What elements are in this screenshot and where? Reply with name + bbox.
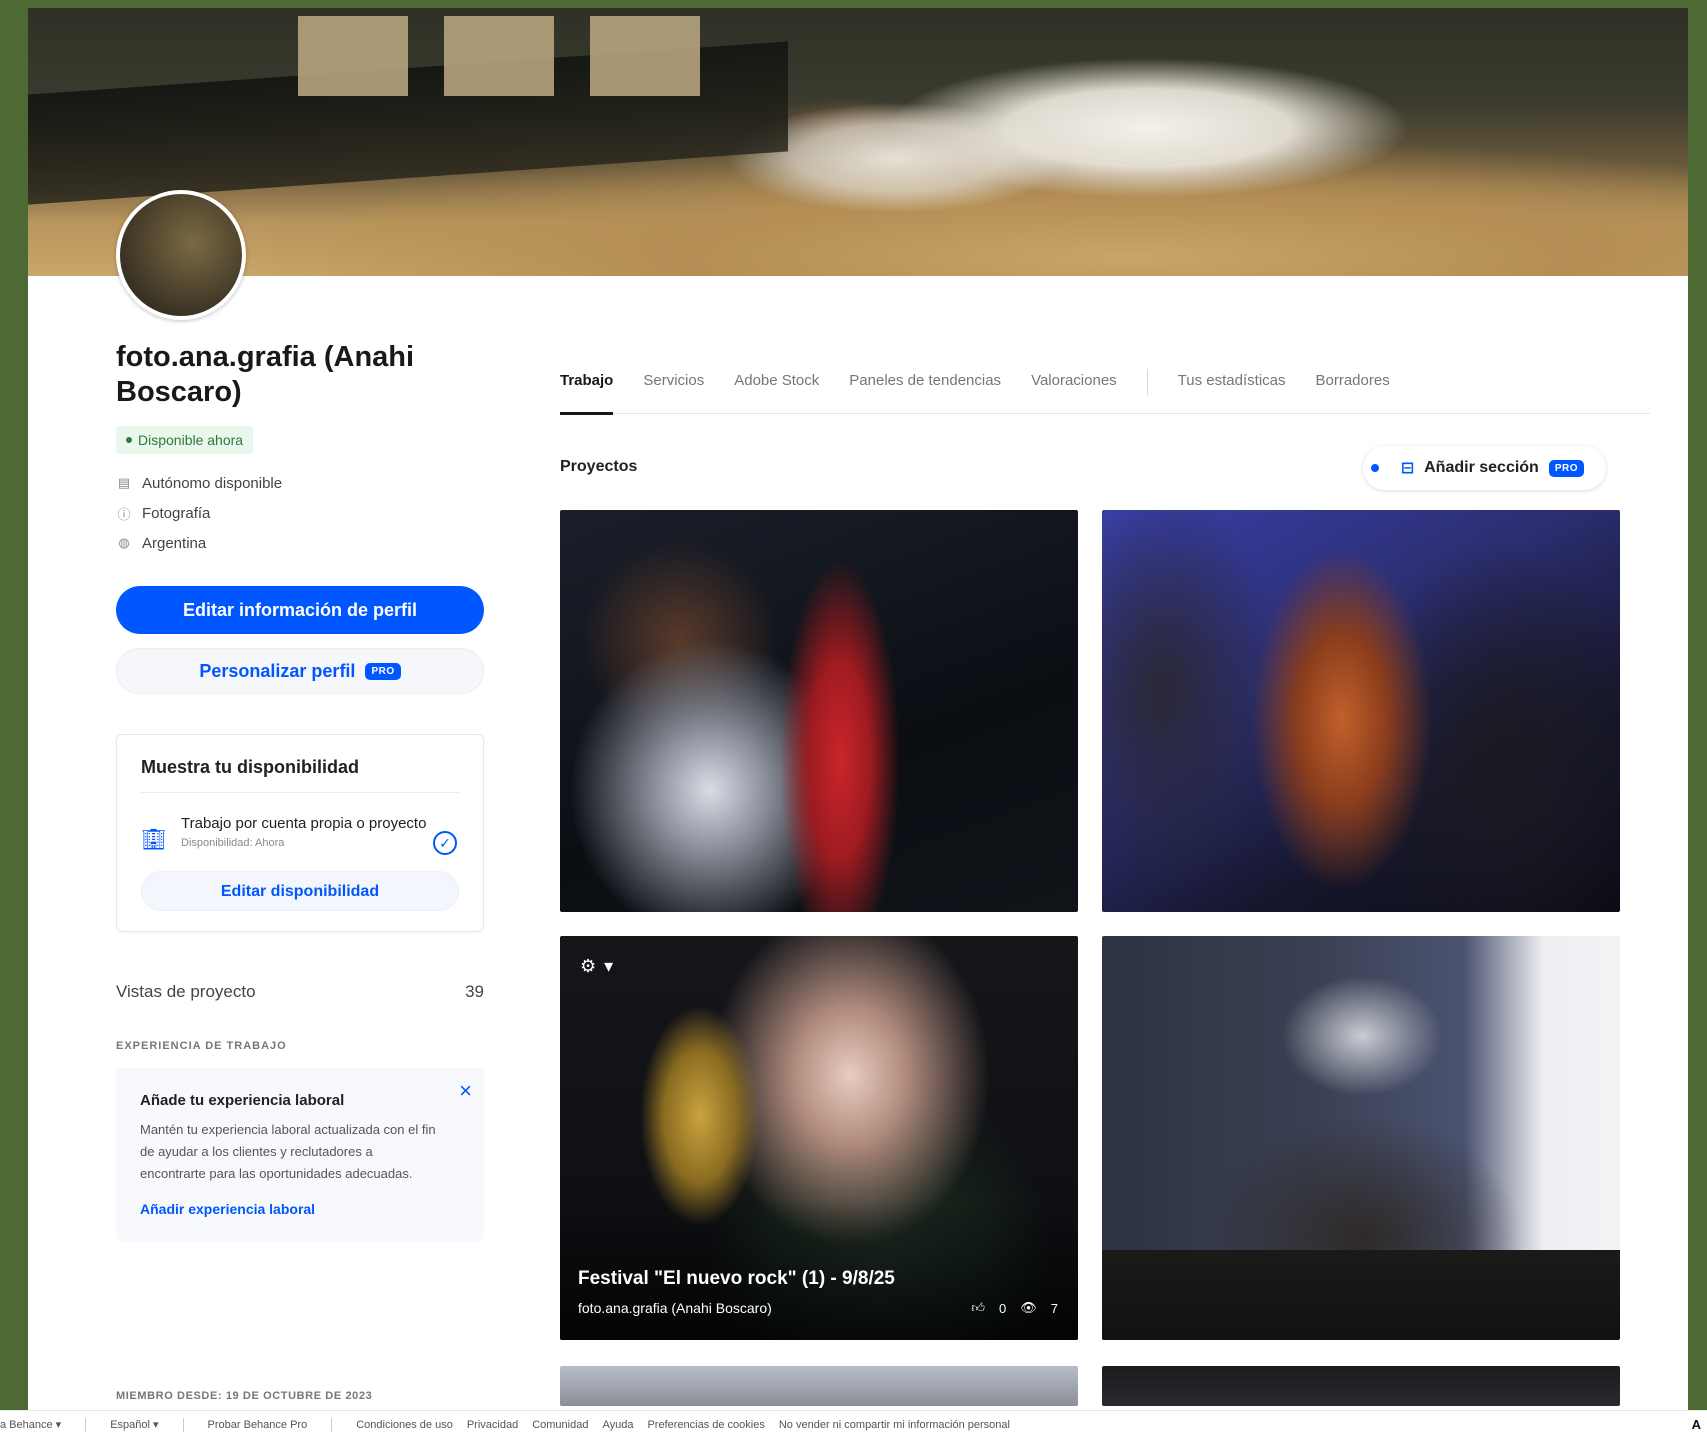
tab-drafts[interactable]: Borradores [1316, 364, 1390, 414]
meta-row-availability: ▤ Autónomo disponible [116, 468, 488, 498]
globe-icon: ◍ [118, 535, 130, 550]
close-icon[interactable]: × [459, 1078, 472, 1104]
availability-item-label: Trabajo por cuenta propia o proyecto [181, 815, 427, 832]
availability-item-sub: Disponibilidad: Ahora [181, 837, 285, 849]
profile-meta: ▤ Autónomo disponible ⓘ Fotografía ◍ Arg… [116, 468, 488, 558]
member-since: MIEMBRO DESDE: 19 DE OCTUBRE DE 2023 [116, 1390, 373, 1402]
meta-row-field: ⓘ Fotografía [116, 498, 488, 528]
meta-text: Argentina [142, 534, 207, 552]
tab-work[interactable]: Trabajo [560, 364, 614, 415]
thumbs-up-icon: 👍︎ [971, 1300, 986, 1315]
footer-divider [85, 1417, 87, 1432]
footer-terms-link[interactable]: Condiciones de uso [356, 1419, 453, 1431]
availability-text: Trabajo por cuenta propia o proyecto Dis… [181, 813, 459, 849]
profile-tabs: Trabajo Servicios Adobe Stock Paneles de… [560, 364, 1650, 415]
profile-sidebar: foto.ana.grafia (Anahi Boscaro) Disponib… [116, 340, 488, 1241]
project-card[interactable] [1102, 936, 1620, 1340]
work-experience-card-body: Mantén tu experiencia laboral actualizad… [140, 1122, 436, 1181]
notification-dot-icon [1370, 464, 1379, 472]
tab-adobe-stock[interactable]: Adobe Stock [734, 364, 819, 414]
check-circle-icon[interactable]: ✓ [433, 831, 457, 855]
footer-behance-menu[interactable]: a Behance ▾ [0, 1418, 61, 1431]
work-experience-card-title: Añade tu experiencia laboral [140, 1092, 345, 1109]
project-views-row: Vistas de proyecto 39 [116, 982, 484, 1002]
meta-row-location: ◍ Argentina [116, 528, 488, 558]
footer-language-selector[interactable]: Español ▾ [110, 1418, 158, 1431]
footer-bar: a Behance ▾ Español ▾ Probar Behance Pro… [0, 1410, 1707, 1438]
project-views-label: Vistas de proyecto [116, 982, 256, 1001]
status-badge: Disponible ahora [116, 426, 254, 454]
customize-profile-label: Personalizar perfil [199, 660, 356, 681]
briefcase-icon: ▤ [117, 475, 131, 490]
availability-title: Muestra tu disponibilidad [141, 757, 459, 793]
footer-divider [182, 1417, 184, 1432]
likes-count: 0 [999, 1300, 1007, 1316]
availability-card: Muestra tu disponibilidad 🏢︎ Trabajo por… [116, 734, 484, 932]
project-card[interactable] [1102, 510, 1620, 912]
adobe-logo[interactable]: A [1692, 1417, 1701, 1432]
add-section-button[interactable]: ⊟ Añadir sección PRO [1362, 446, 1606, 490]
add-section-label: Añadir sección [1424, 459, 1539, 476]
behance-profile-page: foto.ana.grafia (Anahi Boscaro) Disponib… [28, 0, 1688, 1410]
chevron-down-icon: ▾ [604, 956, 614, 976]
avatar[interactable] [116, 190, 246, 320]
tab-moodboards[interactable]: Paneles de tendencias [849, 364, 1001, 414]
footer-community-link[interactable]: Comunidad [532, 1419, 588, 1431]
tab-services[interactable]: Servicios [643, 364, 704, 414]
project-owner[interactable]: foto.ana.grafia (Anahi Boscaro) [578, 1300, 772, 1316]
footer-cookies-link[interactable]: Preferencias de cookies [647, 1419, 764, 1431]
availability-item[interactable]: 🏢︎ Trabajo por cuenta propia o proyecto … [141, 813, 459, 855]
info-icon: ⓘ [117, 506, 131, 522]
projects-heading: Proyectos [560, 458, 638, 475]
tab-appreciations[interactable]: Valoraciones [1031, 364, 1117, 414]
project-card[interactable] [560, 510, 1078, 912]
banner-letters [298, 16, 700, 96]
project-stats: 👍︎ 0 👁︎ 7 [971, 1300, 1058, 1316]
footer-do-not-sell-link[interactable]: No vender ni compartir mi información pe… [779, 1419, 1010, 1431]
project-card[interactable] [560, 1366, 1078, 1406]
footer-try-pro-link[interactable]: Probar Behance Pro [208, 1419, 308, 1431]
card-floor [1102, 1250, 1620, 1340]
profile-banner [28, 8, 1688, 276]
footer-privacy-link[interactable]: Privacidad [467, 1419, 518, 1431]
meta-text: Fotografía [142, 504, 211, 522]
top-strip [28, 0, 1688, 8]
edit-profile-button[interactable]: Editar información de perfil [116, 586, 484, 634]
add-work-experience-link[interactable]: Añadir experiencia laboral [140, 1201, 460, 1217]
tab-divider [1146, 368, 1148, 395]
pro-badge: PRO [1548, 459, 1584, 477]
profile-name: foto.ana.grafia (Anahi Boscaro) [116, 341, 415, 408]
project-card[interactable] [1102, 1366, 1620, 1406]
eye-icon: 👁︎ [1020, 1300, 1037, 1315]
work-experience-card: × Añade tu experiencia laboral Mantén tu… [116, 1068, 484, 1241]
project-settings[interactable]: ⚙ ▾ [580, 956, 613, 977]
tab-stats[interactable]: Tus estadísticas [1178, 364, 1286, 414]
gear-icon: ⚙ [580, 956, 597, 976]
edit-availability-button[interactable]: Editar disponibilidad [141, 871, 459, 911]
work-experience-label: EXPERIENCIA DE TRABAJO [116, 1040, 287, 1052]
section-icon: ⊟ [1400, 460, 1415, 477]
status-dot-icon [126, 437, 132, 443]
project-card-featured[interactable]: ⚙ ▾ Festival "El nuevo rock" (1) - 9/8/2… [560, 936, 1078, 1340]
project-title[interactable]: Festival "El nuevo rock" (1) - 9/8/25 [578, 1268, 895, 1290]
pro-badge: PRO [365, 662, 401, 680]
footer-help-link[interactable]: Ayuda [602, 1419, 633, 1431]
status-text: Disponible ahora [138, 432, 244, 448]
project-views-value: 39 [465, 982, 484, 1001]
footer-divider [331, 1417, 333, 1432]
customize-profile-button[interactable]: Personalizar perfil PRO [116, 648, 484, 694]
views-count: 7 [1050, 1300, 1058, 1316]
meta-text: Autónomo disponible [142, 474, 283, 492]
building-icon: 🏢︎ [141, 829, 167, 851]
